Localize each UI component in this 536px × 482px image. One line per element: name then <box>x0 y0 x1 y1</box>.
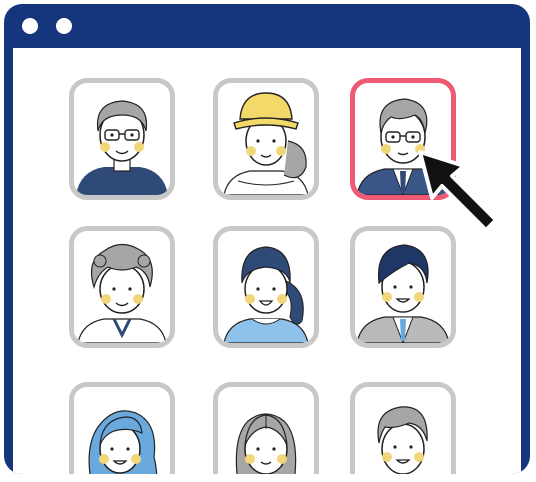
avatar-card-young-businessman[interactable] <box>350 226 456 348</box>
avatar-image <box>77 243 167 343</box>
avatar-image <box>76 100 168 195</box>
avatar-image <box>223 92 309 195</box>
browser-window <box>4 4 530 474</box>
avatar-card-blue-hair-woman[interactable] <box>69 382 175 474</box>
avatar-image <box>223 246 309 343</box>
window-dot-icon <box>22 18 38 34</box>
avatar-card-gray-hair-man[interactable] <box>350 382 456 474</box>
avatar-card-gray-hair-woman[interactable] <box>213 382 319 474</box>
avatar-image <box>356 244 450 343</box>
avatar-grid <box>13 48 521 474</box>
window-dot-icon <box>56 18 72 34</box>
avatar-image <box>377 406 428 474</box>
avatar-gallery <box>13 48 521 474</box>
avatar-image <box>88 410 158 474</box>
avatar-card-glasses-man[interactable] <box>69 78 175 200</box>
avatar-card-ponytail-girl[interactable] <box>213 226 319 348</box>
avatar-image <box>235 413 297 474</box>
avatar-card-grandma[interactable] <box>69 226 175 348</box>
pointer-arrow-icon <box>418 150 498 232</box>
title-bar <box>4 4 530 48</box>
avatar-card-yellow-hat-woman[interactable] <box>213 78 319 200</box>
